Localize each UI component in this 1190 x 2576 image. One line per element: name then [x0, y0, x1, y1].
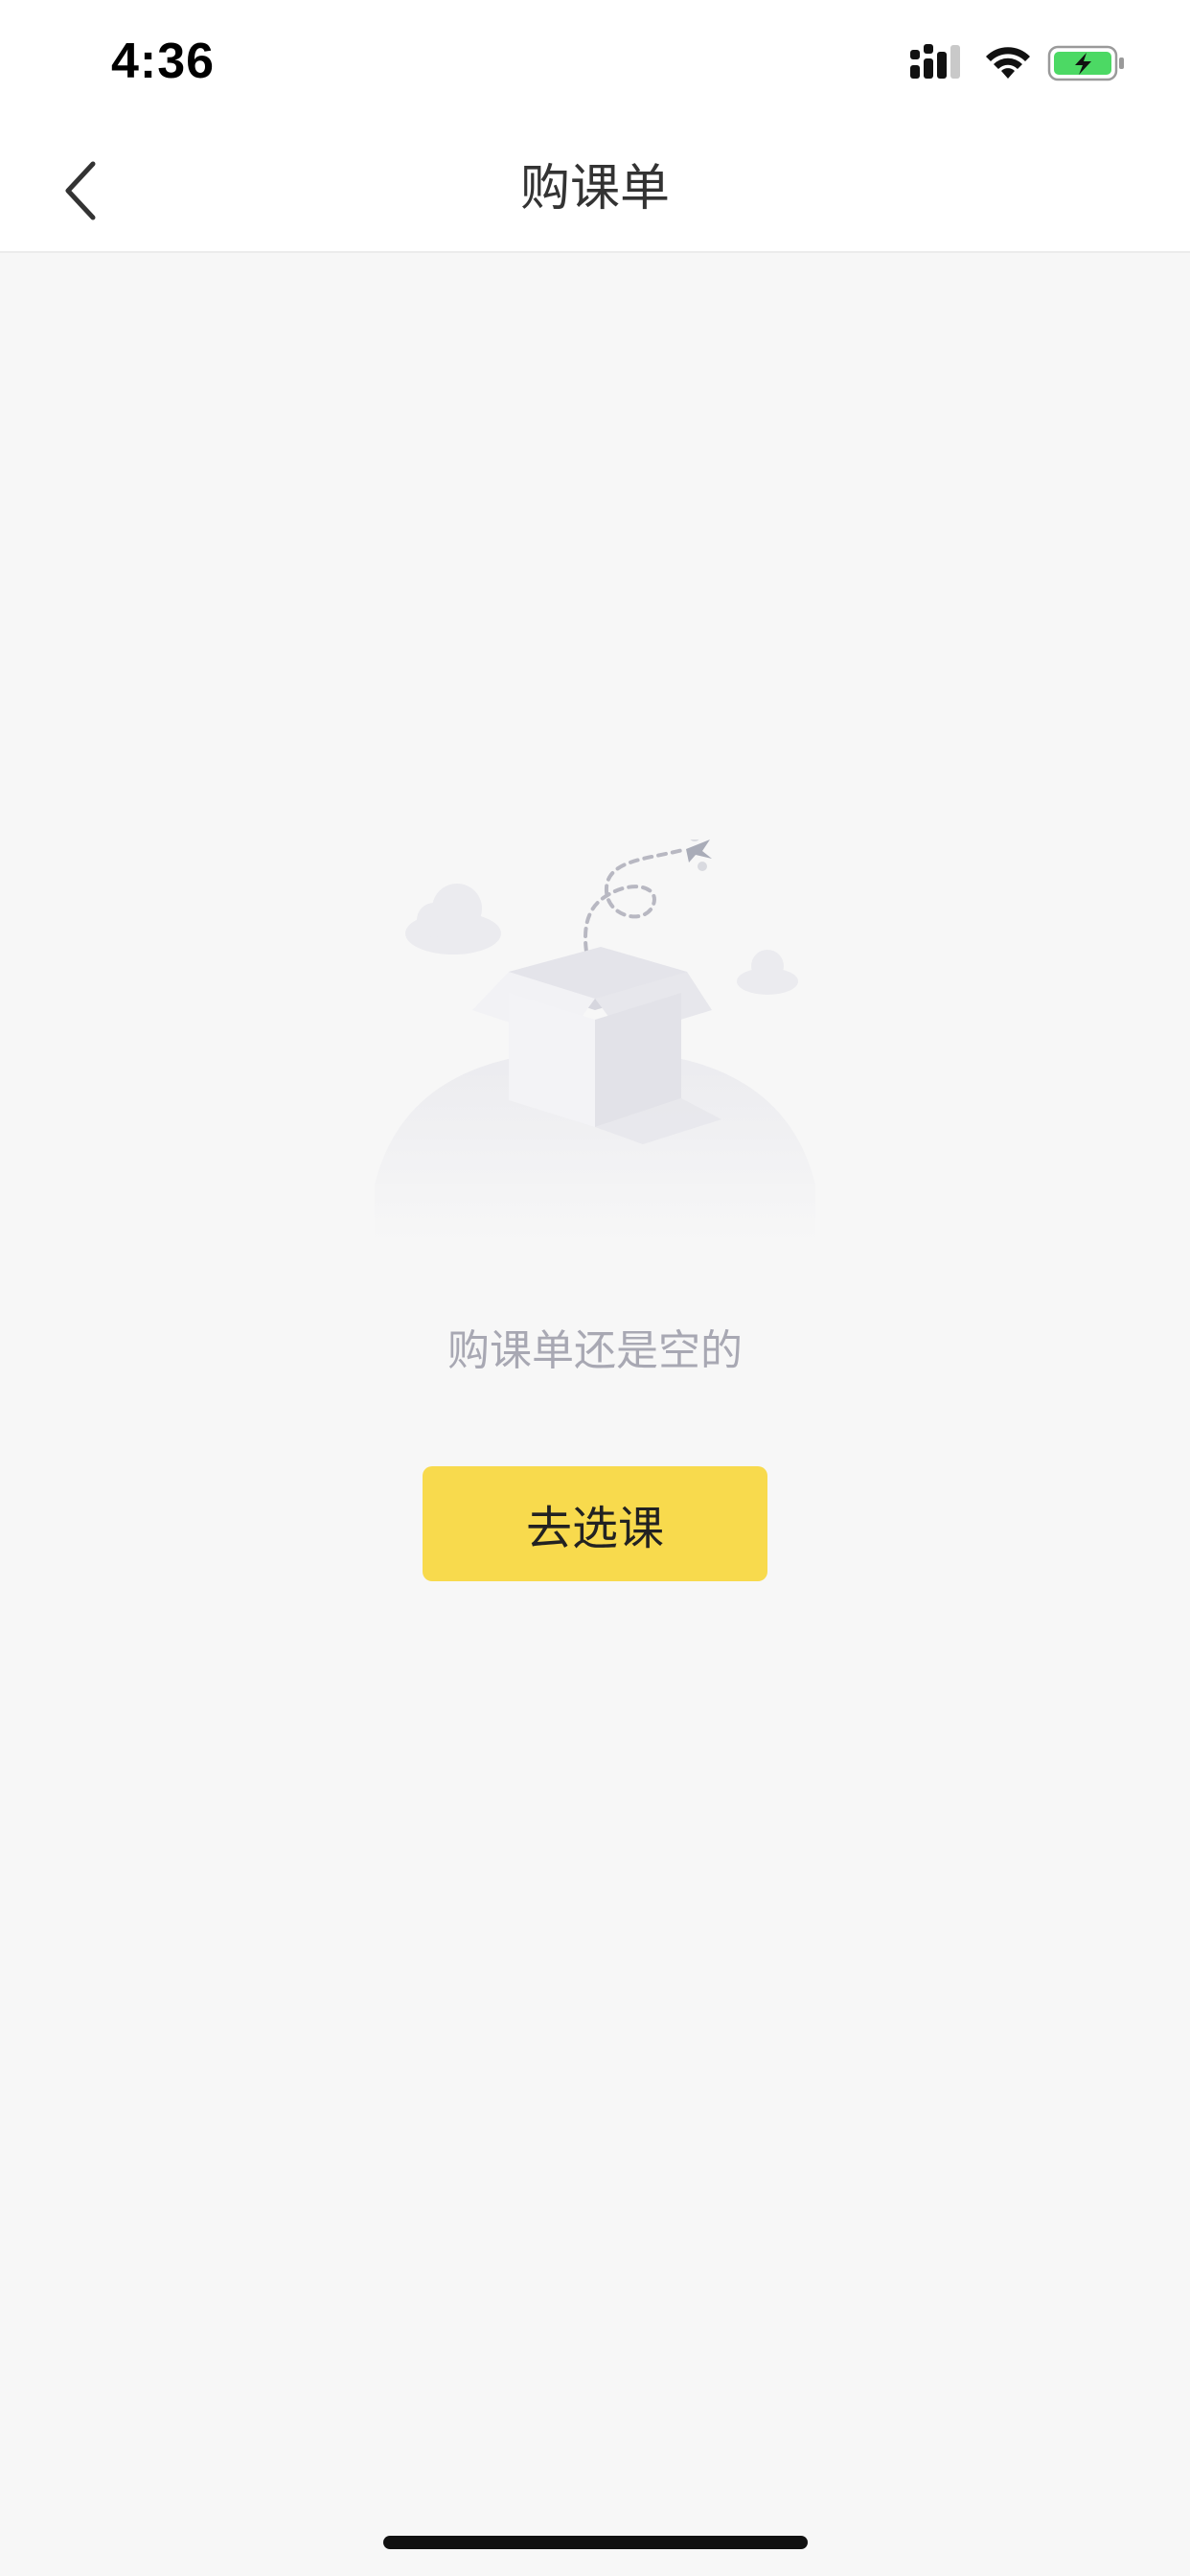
status-bar: 4:36: [0, 0, 1190, 126]
status-time: 4:36: [111, 34, 216, 89]
battery-charging-icon: [1047, 45, 1124, 81]
home-indicator[interactable]: [383, 2536, 808, 2549]
wifi-icon: [986, 47, 1030, 79]
empty-message: 购课单还是空的: [447, 1326, 743, 1375]
cellular-signal-icon: [910, 44, 960, 79]
go-select-course-button[interactable]: 去选课: [423, 1466, 767, 1581]
status-icons: [910, 42, 1131, 88]
nav-bar: 购课单: [0, 126, 1190, 253]
content-area: 购课单还是空的 去选课: [0, 253, 1190, 2576]
page-title: 购课单: [519, 160, 670, 218]
empty-box-icon: [365, 830, 825, 1530]
